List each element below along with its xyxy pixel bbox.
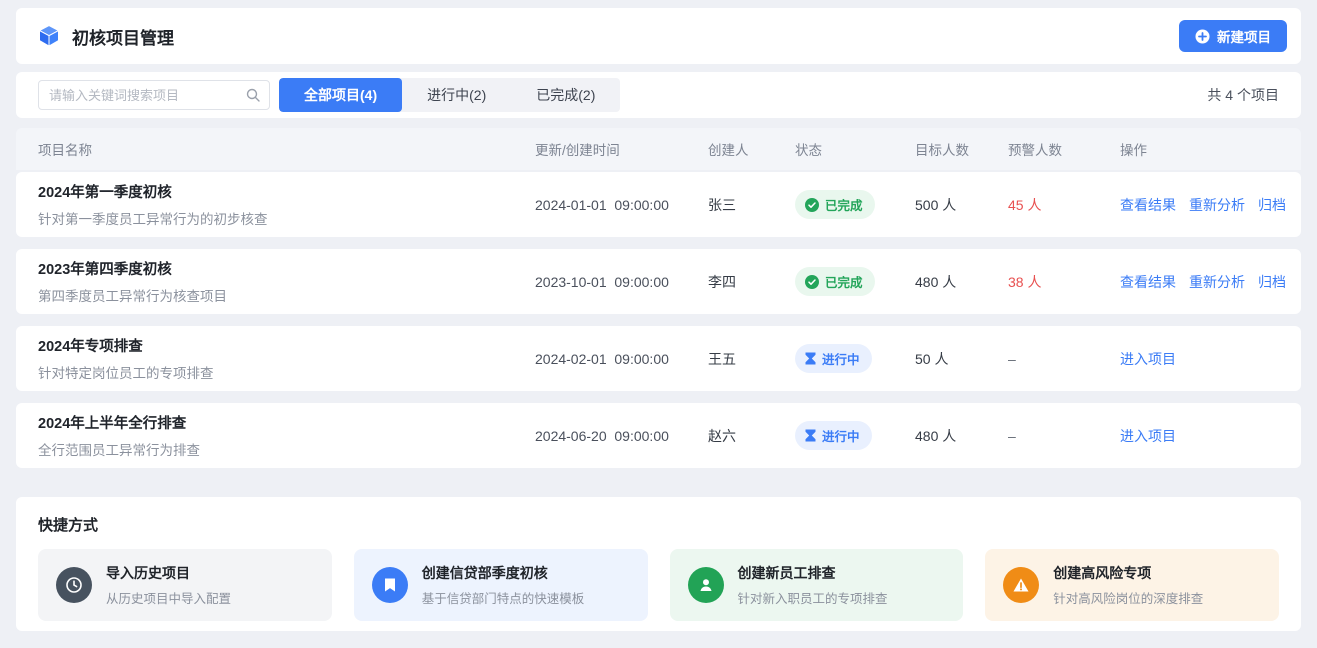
project-name: 2024年专项排查	[38, 335, 535, 356]
check-circle-icon	[805, 275, 819, 289]
project-desc: 全行范围员工异常行为排查	[38, 439, 535, 459]
project-creator: 李四	[708, 272, 795, 292]
shortcut-high-risk-special[interactable]: 创建高风险专项 针对高风险岗位的深度排查	[985, 549, 1279, 621]
target-count: 500 人	[915, 195, 1008, 215]
clock-icon	[56, 567, 92, 603]
user-icon	[688, 567, 724, 603]
project-name: 2023年第四季度初核	[38, 258, 535, 279]
row-actions: 查看结果 重新分析 归档	[1120, 195, 1286, 215]
warning-icon	[1003, 567, 1039, 603]
shortcut-desc: 基于信贷部门特点的快速模板	[422, 588, 585, 607]
tab-all-projects[interactable]: 全部项目(4)	[279, 78, 402, 112]
col-time: 更新/创建时间	[535, 139, 708, 159]
col-status: 状态	[795, 139, 915, 159]
project-desc: 针对第一季度员工异常行为的初步核查	[38, 208, 535, 228]
shortcut-title: 导入历史项目	[106, 563, 231, 583]
hourglass-icon	[805, 429, 816, 442]
target-count: 480 人	[915, 426, 1008, 446]
total-count: 共 4 个项目	[1207, 85, 1279, 105]
project-name: 2024年第一季度初核	[38, 181, 535, 202]
target-count: 50 人	[915, 349, 1008, 369]
shortcut-credit-dept-review[interactable]: 创建信贷部季度初核 基于信贷部门特点的快速模板	[354, 549, 648, 621]
enter-project-link[interactable]: 进入项目	[1120, 349, 1176, 369]
cube-icon	[36, 23, 62, 49]
row-actions: 进入项目	[1120, 349, 1279, 369]
status-badge: 进行中	[795, 344, 872, 373]
search-input[interactable]	[49, 88, 246, 103]
project-name: 2024年上半年全行排查	[38, 412, 535, 433]
filter-toolbar: 全部项目(4) 进行中(2) 已完成(2) 共 4 个项目	[16, 72, 1301, 118]
project-time: 2023-10-01 09:00:00	[535, 274, 708, 290]
project-creator: 张三	[708, 195, 795, 215]
project-desc: 第四季度员工异常行为核查项目	[38, 285, 535, 305]
view-results-link[interactable]: 查看结果	[1120, 195, 1176, 215]
page-title: 初核项目管理	[72, 24, 174, 49]
project-desc: 针对特定岗位员工的专项排查	[38, 362, 535, 382]
project-creator: 王五	[708, 349, 795, 369]
reanalyze-link[interactable]: 重新分析	[1189, 272, 1245, 292]
col-target: 目标人数	[915, 139, 1008, 159]
table-header: 项目名称 更新/创建时间 创建人 状态 目标人数 预警人数 操作	[16, 128, 1301, 170]
warning-count: 38 人	[1008, 272, 1120, 292]
tab-completed[interactable]: 已完成(2)	[511, 78, 620, 112]
status-badge: 进行中	[795, 421, 872, 450]
status-badge: 已完成	[795, 267, 875, 296]
hourglass-icon	[805, 352, 816, 365]
shortcut-new-employee-check[interactable]: 创建新员工排查 针对新入职员工的专项排查	[670, 549, 964, 621]
check-circle-icon	[805, 198, 819, 212]
col-creator: 创建人	[708, 139, 795, 159]
view-results-link[interactable]: 查看结果	[1120, 272, 1176, 292]
project-time: 2024-01-01 09:00:00	[535, 197, 708, 213]
enter-project-link[interactable]: 进入项目	[1120, 426, 1176, 446]
new-project-button[interactable]: 新建项目	[1179, 20, 1287, 52]
col-actions: 操作	[1120, 139, 1279, 159]
project-time: 2024-02-01 09:00:00	[535, 351, 708, 367]
project-creator: 赵六	[708, 426, 795, 446]
warning-count: –	[1008, 351, 1120, 367]
shortcut-title: 创建信贷部季度初核	[422, 563, 585, 583]
shortcut-title: 创建新员工排查	[738, 563, 888, 583]
table-row: 2023年第四季度初核 第四季度员工异常行为核查项目 2023-10-01 09…	[16, 249, 1301, 314]
archive-link[interactable]: 归档	[1258, 195, 1286, 215]
table-row: 2024年上半年全行排查 全行范围员工异常行为排查 2024-06-20 09:…	[16, 403, 1301, 468]
warning-count: –	[1008, 428, 1120, 444]
reanalyze-link[interactable]: 重新分析	[1189, 195, 1245, 215]
status-badge: 已完成	[795, 190, 875, 219]
row-actions: 查看结果 重新分析 归档	[1120, 272, 1286, 292]
shortcut-desc: 针对高风险岗位的深度排查	[1053, 588, 1203, 607]
project-filter-tabs: 全部项目(4) 进行中(2) 已完成(2)	[279, 78, 620, 112]
col-warning: 预警人数	[1008, 139, 1120, 159]
shortcuts-title: 快捷方式	[38, 514, 1279, 535]
shortcut-desc: 从历史项目中导入配置	[106, 588, 231, 607]
shortcuts-section: 快捷方式 导入历史项目 从历史项目中导入配置 创建信贷部季度初核	[16, 497, 1301, 631]
shortcut-import-history[interactable]: 导入历史项目 从历史项目中导入配置	[38, 549, 332, 621]
shortcut-desc: 针对新入职员工的专项排查	[738, 588, 888, 607]
target-count: 480 人	[915, 272, 1008, 292]
new-project-label: 新建项目	[1217, 26, 1271, 46]
table-row: 2024年专项排查 针对特定岗位员工的专项排查 2024-02-01 09:00…	[16, 326, 1301, 391]
table-row: 2024年第一季度初核 针对第一季度员工异常行为的初步核查 2024-01-01…	[16, 172, 1301, 237]
project-time: 2024-06-20 09:00:00	[535, 428, 708, 444]
bookmark-icon	[372, 567, 408, 603]
tab-in-progress[interactable]: 进行中(2)	[402, 78, 511, 112]
shortcut-title: 创建高风险专项	[1053, 563, 1203, 583]
search-box[interactable]	[38, 80, 270, 110]
archive-link[interactable]: 归档	[1258, 272, 1286, 292]
search-icon[interactable]	[246, 88, 260, 102]
col-project-name: 项目名称	[38, 139, 535, 159]
row-actions: 进入项目	[1120, 426, 1279, 446]
plus-circle-icon	[1195, 29, 1210, 44]
warning-count: 45 人	[1008, 195, 1120, 215]
page-header: 初核项目管理 新建项目	[16, 8, 1301, 64]
